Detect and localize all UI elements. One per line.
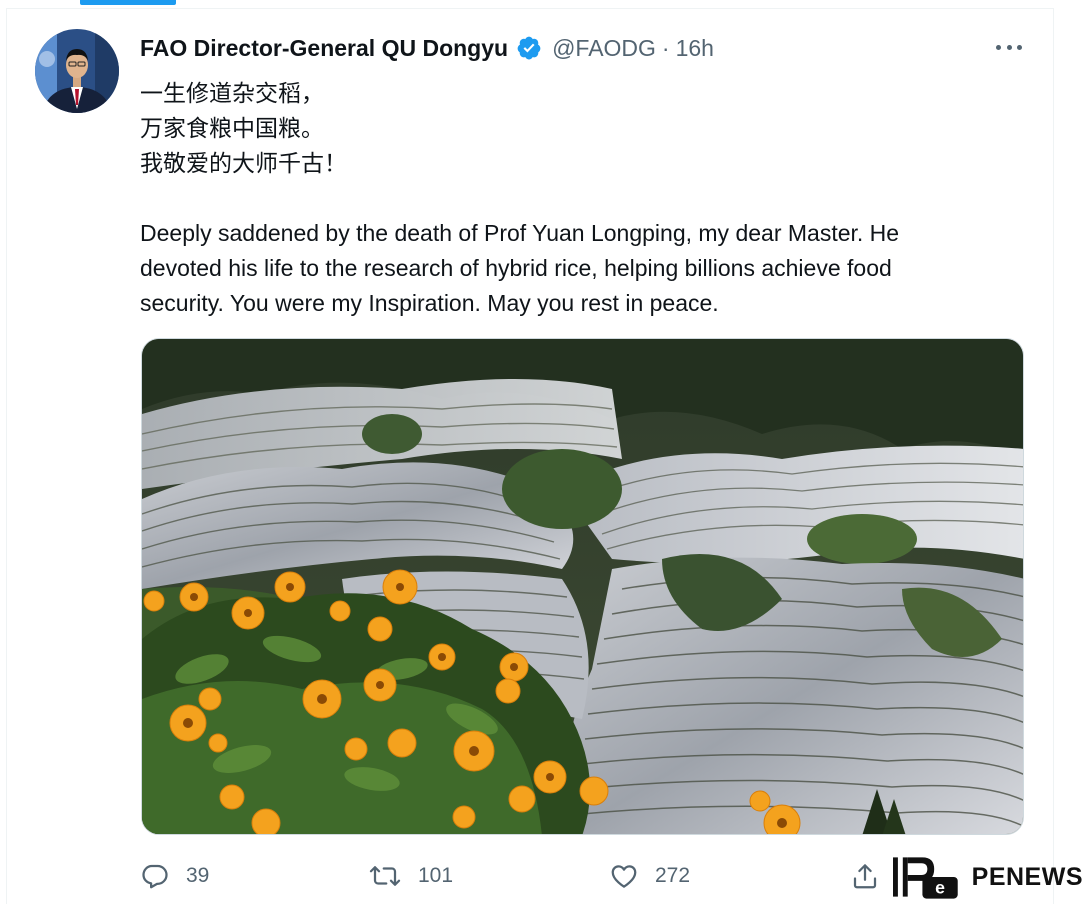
penews-watermark: e PENEWS bbox=[893, 854, 1083, 900]
reply-icon bbox=[142, 864, 168, 889]
tweet-timestamp[interactable]: 16h bbox=[676, 35, 714, 62]
penews-logo-text: PENEWS bbox=[971, 862, 1083, 891]
tweet-text-line: 我敬爱的大师千古！ bbox=[140, 150, 347, 176]
user-handle[interactable]: @FAODG bbox=[552, 35, 656, 62]
card-border bbox=[1053, 8, 1054, 904]
separator-dot: · bbox=[661, 34, 670, 61]
like-count: 272 bbox=[655, 864, 691, 887]
tweet-actions: 39 101 272 bbox=[140, 856, 900, 896]
tweet-media-image[interactable] bbox=[141, 338, 1024, 835]
like-button[interactable]: 272 bbox=[609, 856, 690, 896]
reply-count: 39 bbox=[186, 864, 210, 887]
display-name[interactable]: FAO Director-General QU Dongyu bbox=[140, 35, 508, 62]
verified-badge-icon bbox=[516, 35, 542, 61]
heart-icon bbox=[611, 865, 637, 888]
tweet-text-line: 万家食粮中国粮。 bbox=[140, 115, 324, 141]
tweet-text-line: security. You were my Inspiration. May y… bbox=[140, 290, 719, 316]
share-icon bbox=[853, 864, 877, 889]
svg-text:e: e bbox=[935, 878, 945, 898]
tweet-header: FAO Director-General QU Dongyu @FAODG · … bbox=[140, 33, 714, 63]
tweet-text: 一生修道杂交稻， 万家食粮中国粮。 我敬爱的大师千古！ Deeply sadde… bbox=[140, 76, 1030, 321]
retweet-icon bbox=[369, 866, 401, 886]
card-border bbox=[6, 8, 1054, 9]
active-tab-indicator bbox=[80, 0, 176, 5]
tweet-text-line: 一生修道杂交稻， bbox=[140, 80, 324, 106]
share-button[interactable] bbox=[850, 856, 880, 896]
more-icon[interactable] bbox=[993, 36, 1025, 58]
reply-button[interactable]: 39 bbox=[140, 856, 209, 896]
card-border bbox=[6, 8, 7, 904]
retweet-count: 101 bbox=[418, 864, 454, 887]
penews-logo-icon: e bbox=[893, 857, 958, 899]
tweet-text-line: devoted his life to the research of hybr… bbox=[140, 255, 892, 281]
tweet-text-line: Deeply saddened by the death of Prof Yua… bbox=[140, 220, 900, 246]
retweet-button[interactable]: 101 bbox=[368, 856, 453, 896]
avatar[interactable] bbox=[35, 29, 119, 113]
